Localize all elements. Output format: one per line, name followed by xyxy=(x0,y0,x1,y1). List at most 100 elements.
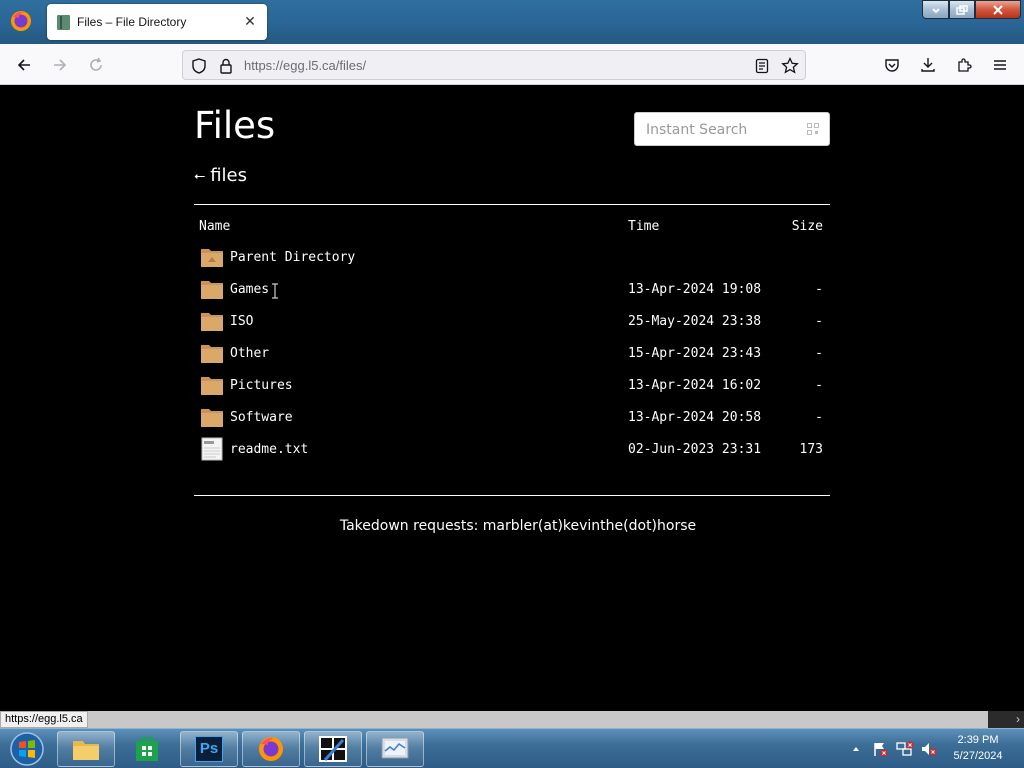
file-size: - xyxy=(815,378,823,393)
forward-button[interactable] xyxy=(47,52,73,78)
takedown-notice: Takedown requests: marbler(at)kevinthe(d… xyxy=(339,518,697,534)
app-menu-button[interactable] xyxy=(987,52,1013,78)
windows-logo-icon xyxy=(10,732,44,766)
hamburger-menu-icon xyxy=(994,60,1006,70)
taskbar-system-monitor[interactable] xyxy=(366,731,424,767)
file-list: Parent Directory Games 13-Apr-2024 19:08… xyxy=(194,241,830,465)
instant-search-box[interactable] xyxy=(634,112,830,146)
back-arrow-icon: ⭠ xyxy=(194,167,205,184)
restore-button[interactable] xyxy=(949,0,975,19)
firefox-icon xyxy=(259,737,283,761)
reload-icon xyxy=(90,57,102,71)
system-monitor-icon xyxy=(381,737,409,759)
app-icon xyxy=(319,736,347,762)
start-button[interactable] xyxy=(8,731,46,767)
folder-icon xyxy=(201,313,223,331)
file-name[interactable]: readme.txt xyxy=(230,442,308,457)
browser-tab[interactable]: Files – File Directory ✕ xyxy=(47,4,267,40)
table-row[interactable]: readme.txt 02-Jun-2023 23:31 173 xyxy=(194,433,830,465)
table-row[interactable]: Games 13-Apr-2024 19:08 - xyxy=(194,273,830,305)
extensions-button[interactable] xyxy=(951,52,977,78)
scroll-right-icon[interactable]: › xyxy=(988,711,1024,728)
tab-title: Files – File Directory xyxy=(77,15,187,29)
file-size: - xyxy=(815,314,823,329)
folder-icon xyxy=(201,345,223,363)
folder-icon xyxy=(201,281,223,299)
table-header: Name Time Size xyxy=(194,219,830,237)
taskbar-app[interactable] xyxy=(304,731,362,767)
file-name[interactable]: Pictures xyxy=(230,378,293,393)
shield-icon[interactable] xyxy=(189,56,209,76)
address-bar[interactable]: https://egg.l5.ca/files/ xyxy=(182,50,806,80)
reload-button[interactable] xyxy=(83,52,109,78)
parent-folder-icon xyxy=(201,249,223,267)
search-input[interactable] xyxy=(646,120,796,140)
file-name[interactable]: Software xyxy=(230,410,293,425)
screen: Files – File Directory ✕ https://egg.l5.… xyxy=(0,0,1024,768)
breadcrumb[interactable]: ⭠ files xyxy=(194,165,247,186)
file-directory-favicon-icon xyxy=(57,15,70,30)
table-row[interactable]: Other 15-Apr-2024 23:43 - xyxy=(194,337,830,369)
file-explorer-icon xyxy=(73,741,99,760)
url-path: /files/ xyxy=(335,58,367,73)
forward-arrow-icon xyxy=(54,59,67,71)
clock-time: 2:39 PM xyxy=(957,734,999,746)
window-close-button[interactable] xyxy=(975,0,1021,19)
store-icon xyxy=(136,737,158,761)
network-icon[interactable] xyxy=(896,741,914,757)
taskbar: Ps 2:39 PM 5/27/2024 xyxy=(0,728,1024,768)
status-bar: https://egg.l5.ca › xyxy=(0,711,1024,728)
puzzle-icon xyxy=(958,58,972,72)
url-host: https://egg.l5.ca xyxy=(244,58,336,73)
pocket-button[interactable] xyxy=(879,52,905,78)
taskbar-file-explorer[interactable] xyxy=(57,731,115,767)
table-row[interactable]: Software 13-Apr-2024 20:58 - xyxy=(194,401,830,433)
taskbar-clock[interactable]: 2:39 PM 5/27/2024 xyxy=(940,732,1016,764)
table-row[interactable]: ISO 25-May-2024 23:38 - xyxy=(194,305,830,337)
file-name[interactable]: Other xyxy=(230,346,269,361)
bottom-divider xyxy=(194,495,830,496)
column-header-size[interactable]: Size xyxy=(792,219,823,234)
back-arrow-icon xyxy=(17,59,30,71)
lock-icon[interactable] xyxy=(216,56,236,76)
qr-code-icon xyxy=(807,123,819,135)
downloads-button[interactable] xyxy=(915,52,941,78)
taskbar-photoshop[interactable]: Ps xyxy=(180,731,238,767)
reader-view-icon[interactable] xyxy=(752,56,772,76)
file-name[interactable]: Games xyxy=(230,282,269,297)
file-time: 02-Jun-2023 23:31 xyxy=(628,442,762,457)
tab-close-icon[interactable]: ✕ xyxy=(243,14,257,28)
action-center-flag-icon[interactable] xyxy=(872,741,888,757)
file-size: 173 xyxy=(799,442,823,457)
tab-bar: Files – File Directory ✕ xyxy=(0,0,1024,44)
breadcrumb-label[interactable]: files xyxy=(210,165,247,186)
table-row[interactable]: Parent Directory xyxy=(194,241,830,273)
photoshop-icon: Ps xyxy=(195,736,223,762)
file-size: - xyxy=(815,410,823,425)
restore-icon xyxy=(956,4,968,15)
minimize-button[interactable] xyxy=(922,0,949,19)
table-row[interactable]: Pictures 13-Apr-2024 16:02 - xyxy=(194,369,830,401)
folder-icon xyxy=(201,377,223,395)
close-icon xyxy=(993,4,1003,15)
file-time: 13-Apr-2024 16:02 xyxy=(628,378,762,393)
clock-date: 5/27/2024 xyxy=(953,750,1003,762)
column-header-time[interactable]: Time xyxy=(628,219,659,234)
file-name[interactable]: ISO xyxy=(230,314,253,329)
back-button[interactable] xyxy=(11,52,37,78)
taskbar-firefox[interactable] xyxy=(242,731,300,767)
taskbar-store[interactable] xyxy=(118,731,176,767)
firefox-menu-icon[interactable] xyxy=(8,8,34,34)
top-divider xyxy=(194,204,830,205)
volume-muted-icon[interactable] xyxy=(920,741,938,757)
file-time: 13-Apr-2024 19:08 xyxy=(628,282,762,297)
file-time: 15-Apr-2024 23:43 xyxy=(628,346,762,361)
page-content: Files ⭠ files Name Time Size Paren xyxy=(0,85,1024,711)
file-time: 13-Apr-2024 20:58 xyxy=(628,410,762,425)
bookmark-star-icon[interactable] xyxy=(780,56,800,76)
file-time: 25-May-2024 23:38 xyxy=(628,314,762,329)
file-name[interactable]: Parent Directory xyxy=(230,250,355,265)
url-text[interactable]: https://egg.l5.ca/files/ xyxy=(244,58,366,73)
column-header-name[interactable]: Name xyxy=(199,219,230,234)
show-hidden-icons-icon[interactable] xyxy=(852,745,860,753)
